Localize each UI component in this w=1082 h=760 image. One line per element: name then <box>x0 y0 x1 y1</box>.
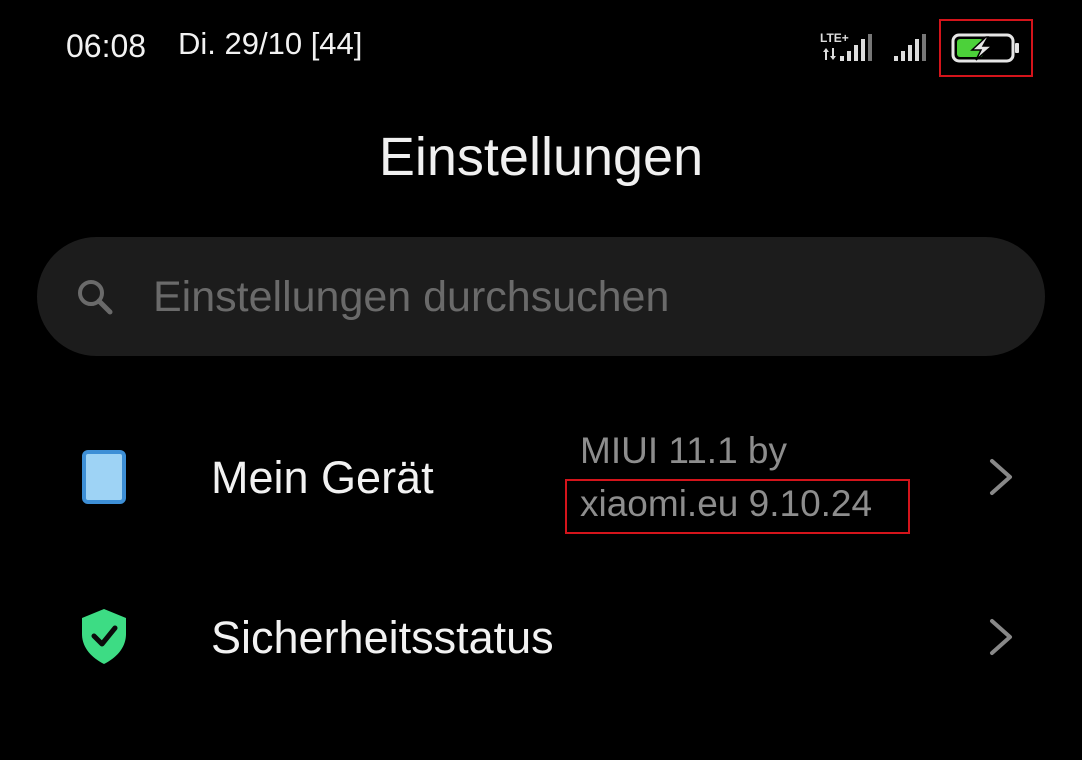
signal-strength-2-icon <box>894 34 926 61</box>
network-type-label: LTE+ <box>820 31 849 45</box>
search-icon <box>78 280 113 315</box>
settings-item-security-status[interactable]: Sicherheitsstatus <box>0 590 1082 690</box>
search-input[interactable]: Einstellungen durchsuchen <box>37 237 1045 356</box>
settings-item-label: Sicherheitsstatus <box>211 612 554 663</box>
settings-item-label: Mein Gerät <box>211 452 434 503</box>
shield-check-icon <box>82 609 126 664</box>
battery-highlight-box <box>939 19 1033 77</box>
chevron-right-icon <box>990 619 1012 655</box>
phone-icon <box>82 450 126 504</box>
version-highlight-box <box>565 479 910 534</box>
search-placeholder: Einstellungen durchsuchen <box>153 273 670 321</box>
chevron-right-icon <box>990 459 1012 495</box>
data-arrows-icon <box>823 48 836 60</box>
status-date: Di. 29/10 [44] <box>178 26 363 61</box>
status-time: 06:08 <box>66 28 147 64</box>
page-title: Einstellungen <box>378 127 704 187</box>
miui-version-line1: MIUI 11.1 by <box>580 430 788 471</box>
settings-item-my-device[interactable]: Mein Gerät MIUI 11.1 by xiaomi.eu 9.10.2… <box>0 430 1082 540</box>
